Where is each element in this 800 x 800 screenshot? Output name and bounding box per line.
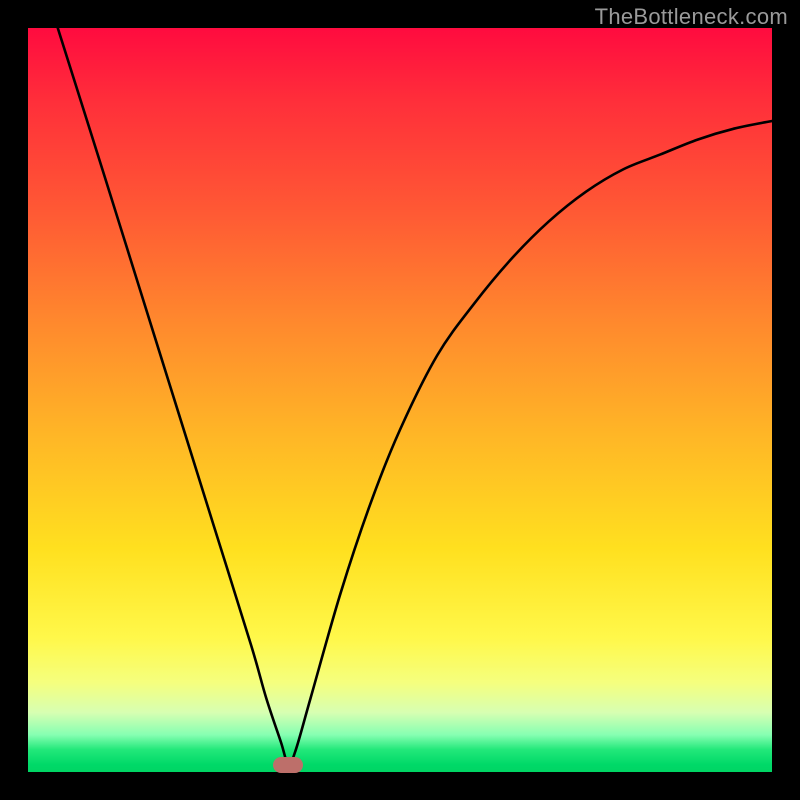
plot-area bbox=[28, 28, 772, 772]
minimum-marker bbox=[273, 757, 303, 773]
curve-svg bbox=[28, 28, 772, 772]
chart-frame: TheBottleneck.com bbox=[0, 0, 800, 800]
bottleneck-curve bbox=[58, 28, 772, 765]
watermark-text: TheBottleneck.com bbox=[595, 4, 788, 30]
